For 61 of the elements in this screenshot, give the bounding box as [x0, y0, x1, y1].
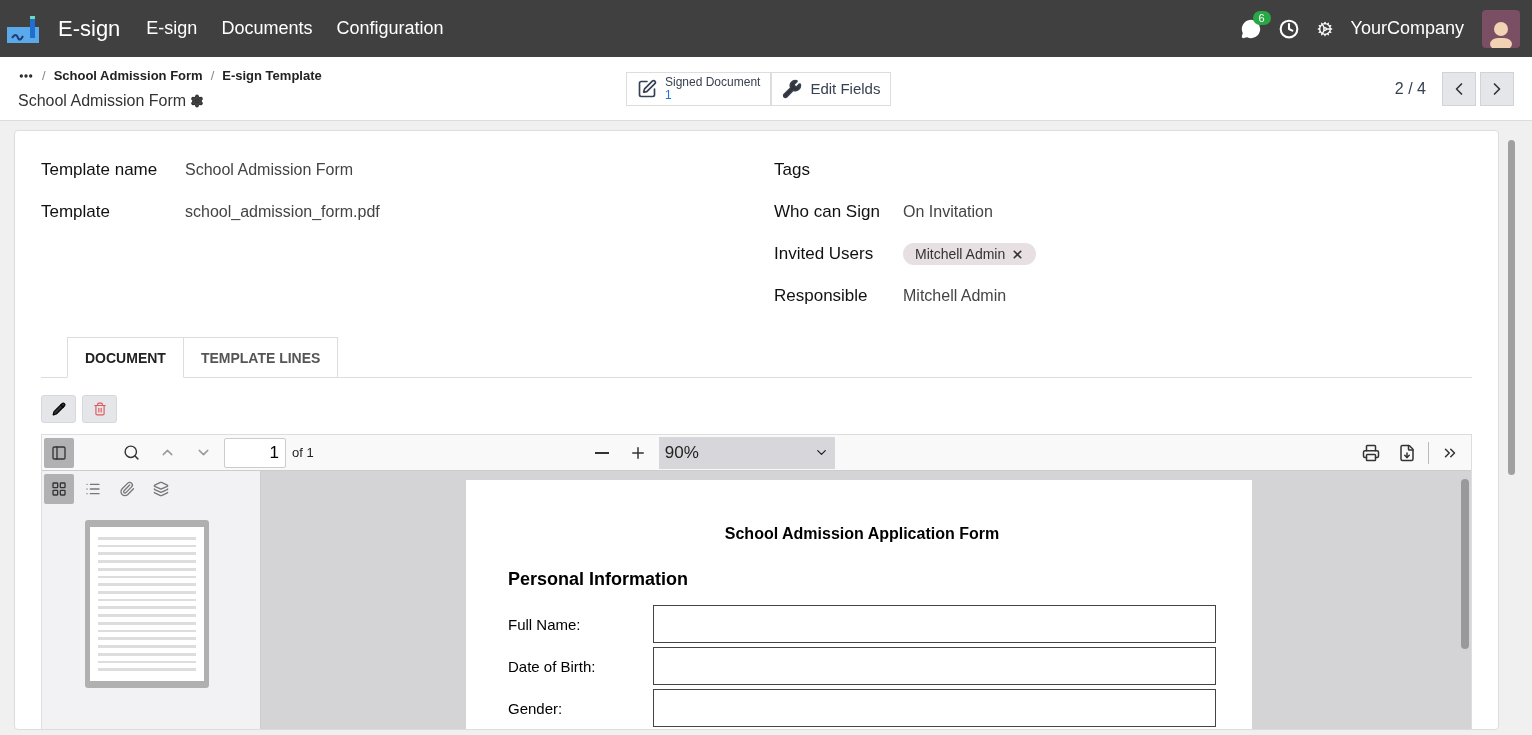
menu-item[interactable]: Documents — [221, 18, 313, 39]
document-title: School Admission Application Form — [723, 525, 1001, 543]
section-heading: Personal Information — [508, 569, 690, 590]
breadcrumb[interactable]: E-sign Template — [222, 68, 322, 83]
page-count: of 1 — [292, 445, 314, 460]
field-label: Template — [41, 202, 111, 222]
form-label: Full Name: — [508, 615, 582, 633]
page-number-field[interactable]: 1 — [224, 437, 286, 468]
wrench-icon — [782, 78, 803, 99]
signed-document-button[interactable]: Signed Document 1 — [626, 71, 772, 106]
tab[interactable]: DOCUMENT — [67, 337, 184, 378]
sidebar-icon — [51, 444, 67, 461]
clock-icon[interactable] — [1278, 18, 1299, 39]
zoom-select[interactable]: 90% — [658, 436, 835, 469]
remove-icon[interactable] — [1011, 247, 1025, 261]
edit-icon — [637, 78, 657, 99]
field-label: Tags — [774, 160, 811, 180]
paperclip-icon — [119, 481, 135, 497]
stat-value: 1 — [665, 88, 672, 102]
chat-icon[interactable] — [1240, 18, 1261, 39]
tab[interactable]: TEMPLATE LINES — [183, 337, 339, 378]
minus-icon — [594, 451, 609, 454]
pager-text: 2 / 4 — [1394, 79, 1426, 98]
field-value: Mitchell Admin — [903, 287, 1008, 305]
pencil-icon — [51, 402, 66, 416]
breadcrumb-separator: / — [42, 68, 46, 83]
breadcrumb-separator: / — [210, 68, 215, 83]
page-thumbnail[interactable] — [85, 520, 209, 688]
search-icon — [122, 444, 140, 461]
menu-item[interactable]: E-sign — [146, 18, 198, 39]
form-label: Gender: — [508, 699, 564, 717]
edit-button[interactable] — [41, 395, 76, 423]
form-label: Date of Birth: — [508, 657, 597, 675]
layers-icon — [153, 481, 169, 497]
field-value: School Admission Form — [185, 161, 355, 179]
settings-icon[interactable] — [190, 93, 205, 108]
app-name: E-sign — [58, 15, 121, 42]
edit-fields-button[interactable]: Edit Fields — [771, 71, 892, 106]
field-value: On Invitation — [903, 203, 994, 221]
company-name[interactable]: YourCompany — [1350, 18, 1464, 39]
field-label: Who can Sign — [774, 202, 881, 222]
app-logo — [6, 13, 40, 44]
gears-icon[interactable] — [1316, 20, 1333, 37]
field-value: school_admission_form.pdf — [185, 203, 381, 221]
user-avatar[interactable] — [1482, 9, 1520, 48]
thumbnails-button[interactable] — [44, 474, 74, 504]
record-title: School Admission Form — [18, 91, 187, 110]
printer-icon — [1362, 443, 1380, 462]
grid-icon — [51, 481, 67, 497]
field-label: Responsible — [774, 286, 869, 306]
trash-icon — [92, 402, 107, 416]
field-label: Template name — [41, 160, 159, 180]
stat-label: Signed Document — [665, 75, 761, 89]
list-icon — [85, 481, 101, 497]
download-icon — [1398, 443, 1416, 462]
user-tag[interactable]: Mitchell Admin — [903, 243, 1037, 265]
field-label: Invited Users — [774, 244, 875, 264]
menu-item[interactable]: Configuration — [336, 18, 444, 39]
message-count: 6 — [1252, 10, 1271, 25]
breadcrumb[interactable]: School Admission Form — [53, 68, 203, 83]
sidebar-toggle-button[interactable] — [44, 437, 74, 468]
